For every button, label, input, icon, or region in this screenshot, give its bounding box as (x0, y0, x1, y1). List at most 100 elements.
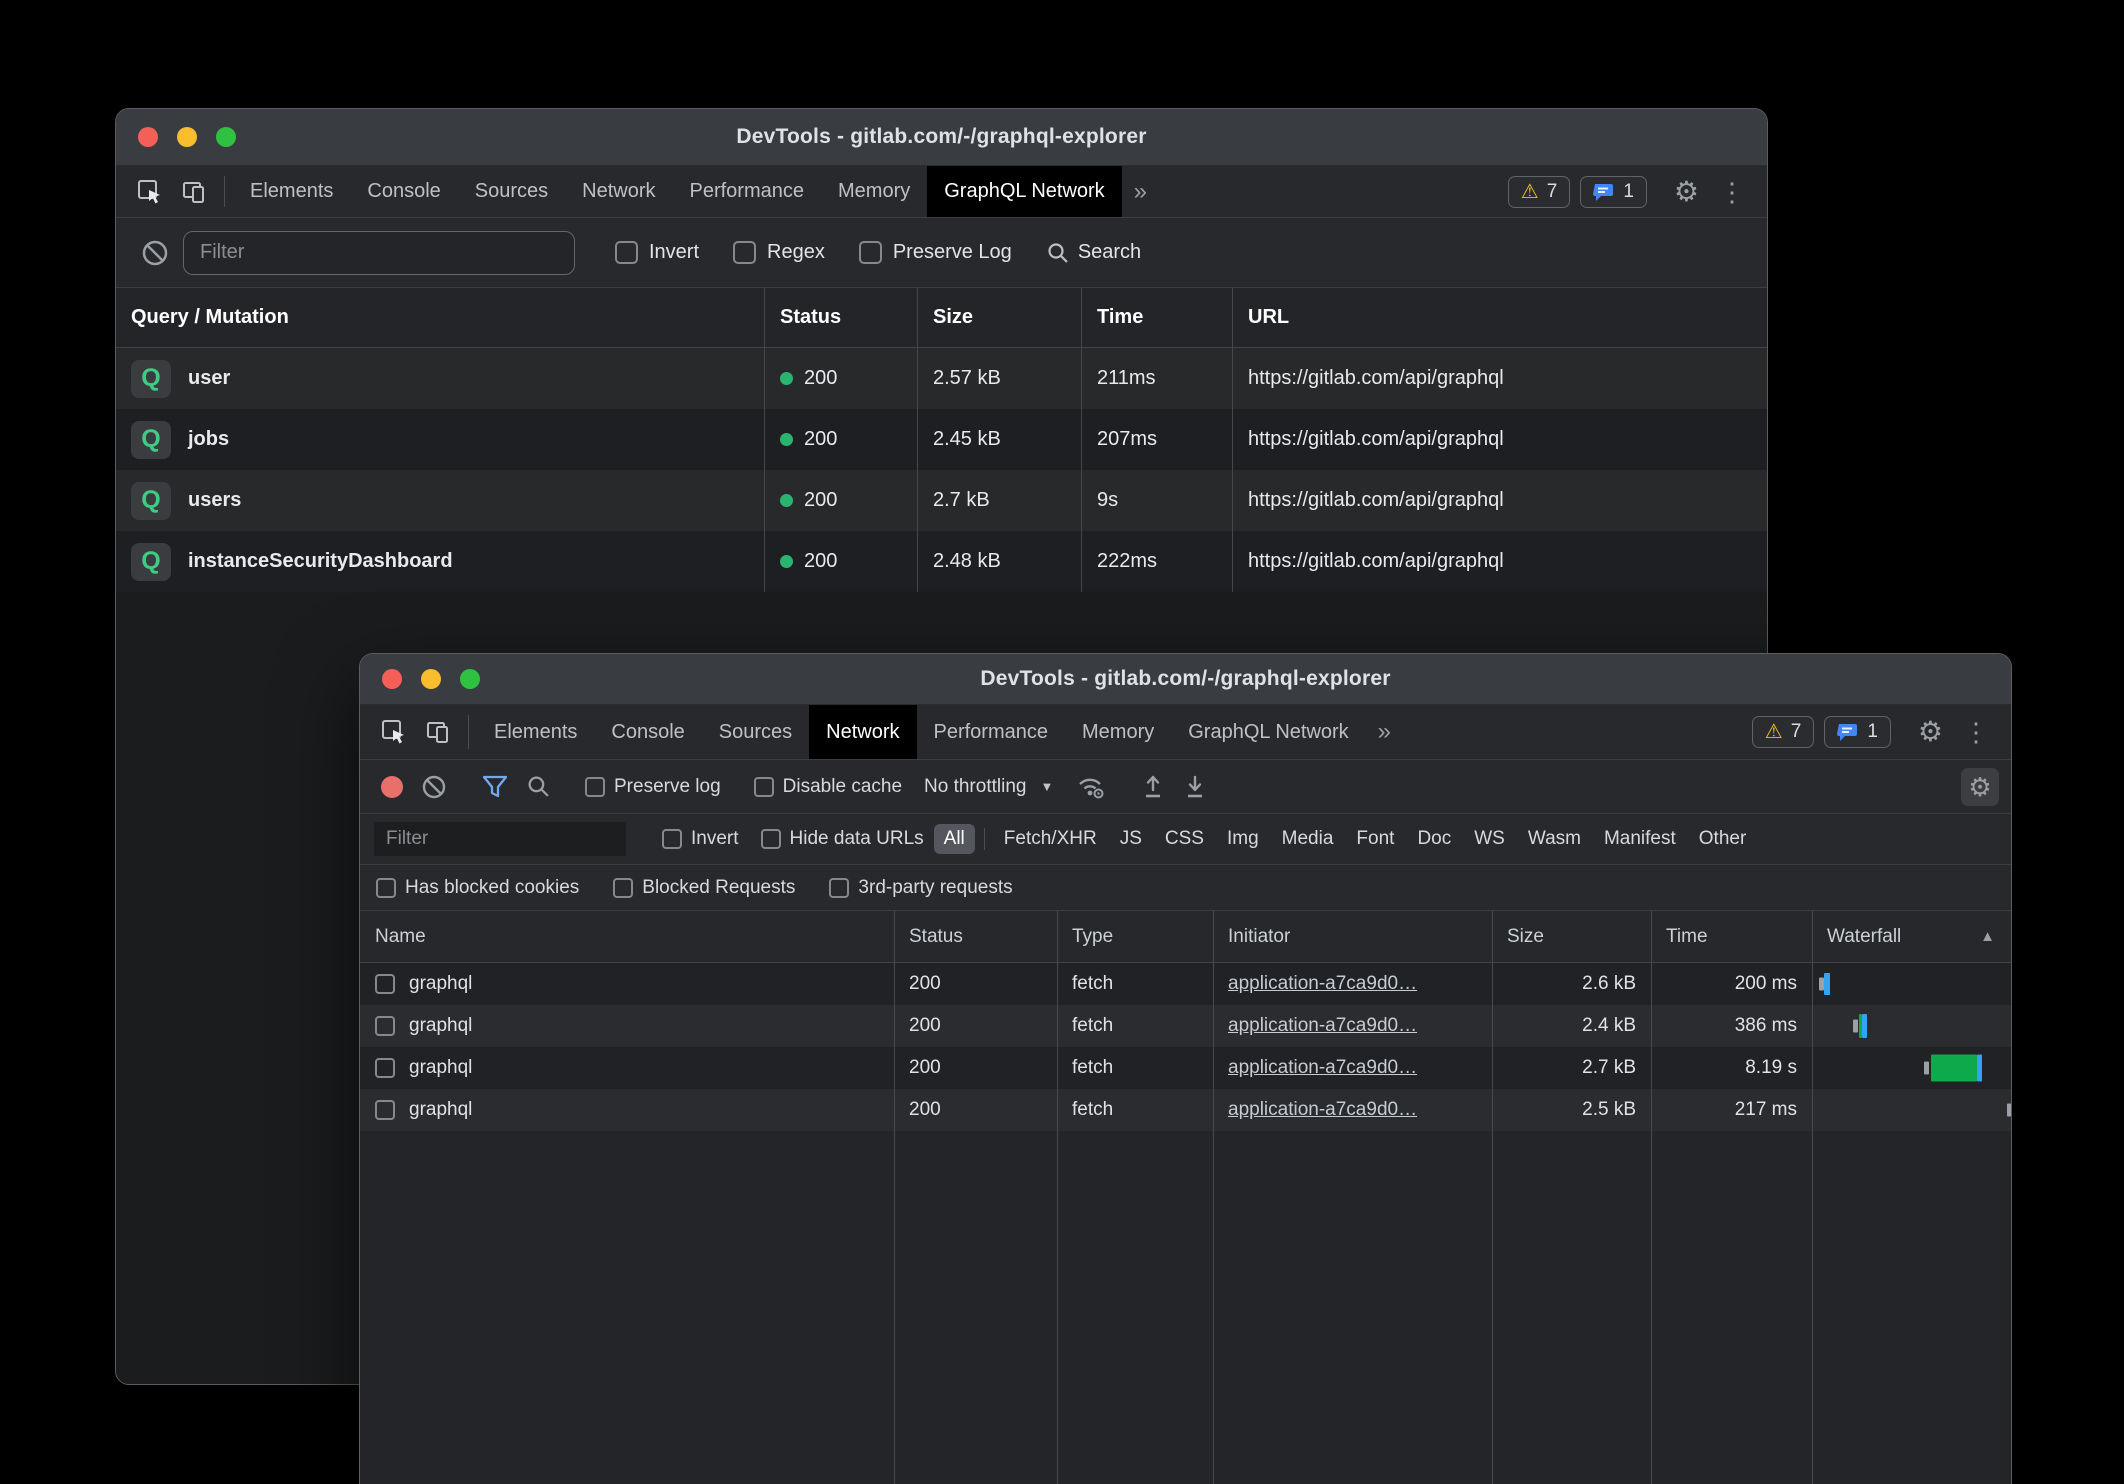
tab-sources[interactable]: Sources (702, 705, 809, 759)
settings-gear-icon[interactable]: ⚙ (1664, 178, 1709, 206)
request-row[interactable]: graphql 200 fetch application-a7ca9d0… 2… (360, 1047, 2011, 1089)
column-header-url[interactable]: URL (1233, 288, 1767, 347)
checkbox[interactable] (754, 777, 774, 797)
issues-badge[interactable]: 1 (1824, 716, 1891, 748)
tab-sources[interactable]: Sources (458, 166, 565, 217)
filter-input[interactable] (183, 231, 575, 275)
invert-checkbox[interactable]: Invert (615, 241, 699, 264)
preserve-log-checkbox[interactable]: Preserve log (577, 776, 729, 798)
regex-checkbox[interactable]: Regex (733, 241, 825, 264)
type-filter-fetch-xhr[interactable]: Fetch/XHR (994, 824, 1107, 854)
checkbox[interactable] (613, 878, 633, 898)
checkbox[interactable] (859, 241, 882, 264)
network-conditions-icon[interactable] (1067, 774, 1115, 800)
checkbox[interactable] (829, 878, 849, 898)
request-row[interactable]: graphql 200 fetch application-a7ca9d0… 2… (360, 1005, 2011, 1047)
tab-performance[interactable]: Performance (917, 705, 1066, 759)
column-header-name[interactable]: Name (360, 911, 894, 962)
inspect-element-icon[interactable] (128, 166, 172, 217)
column-header-size[interactable]: Size (918, 288, 1082, 347)
disable-cache-checkbox[interactable]: Disable cache (746, 776, 910, 798)
initiator-link[interactable]: application-a7ca9d0… (1228, 973, 1417, 995)
export-har-icon[interactable] (1174, 774, 1216, 800)
more-tabs-icon[interactable]: » (1366, 705, 1403, 759)
search-icon[interactable] (517, 774, 560, 799)
hide-data-urls-checkbox[interactable]: Hide data URLs (761, 828, 924, 850)
more-tabs-icon[interactable]: » (1122, 166, 1159, 217)
checkbox[interactable] (376, 878, 396, 898)
checkbox[interactable] (662, 829, 682, 849)
request-row[interactable]: graphql 200 fetch application-a7ca9d0… 2… (360, 1089, 2011, 1131)
type-filter-doc[interactable]: Doc (1407, 824, 1461, 854)
title-bar[interactable]: DevTools - gitlab.com/-/graphql-explorer (360, 654, 2011, 705)
initiator-link[interactable]: application-a7ca9d0… (1228, 1015, 1417, 1037)
issues-badge[interactable]: 1 (1580, 176, 1647, 208)
has-blocked-cookies-checkbox[interactable]: Has blocked cookies (376, 877, 579, 899)
blocked-requests-checkbox[interactable]: Blocked Requests (613, 877, 795, 899)
zoom-window-button[interactable] (216, 127, 236, 147)
tab-network[interactable]: Network (565, 166, 672, 217)
checkbox[interactable] (761, 829, 781, 849)
column-header-status[interactable]: Status (894, 911, 1057, 962)
kebab-menu-icon[interactable]: ⋮ (1953, 719, 1999, 745)
request-row[interactable]: graphql 200 fetch application-a7ca9d0… 2… (360, 963, 2011, 1005)
checkbox[interactable] (615, 241, 638, 264)
table-row[interactable]: Quser 200 2.57 kB 211ms https://gitlab.c… (116, 348, 1767, 409)
zoom-window-button[interactable] (460, 669, 480, 689)
initiator-link[interactable]: application-a7ca9d0… (1228, 1099, 1417, 1121)
title-bar[interactable]: DevTools - gitlab.com/-/graphql-explorer (116, 109, 1767, 166)
column-header-waterfall[interactable]: Waterfall ▲ (1812, 911, 2011, 962)
tab-memory[interactable]: Memory (821, 166, 927, 217)
record-network-log-button[interactable] (381, 776, 403, 798)
type-filter-wasm[interactable]: Wasm (1518, 824, 1591, 854)
type-filter-ws[interactable]: WS (1464, 824, 1515, 854)
tab-memory[interactable]: Memory (1065, 705, 1171, 759)
clear-icon[interactable] (132, 239, 183, 267)
column-header-status[interactable]: Status (765, 288, 918, 347)
device-toolbar-icon[interactable] (416, 705, 460, 759)
import-har-icon[interactable] (1132, 774, 1174, 800)
tab-console[interactable]: Console (350, 166, 457, 217)
type-filter-manifest[interactable]: Manifest (1594, 824, 1686, 854)
row-checkbox[interactable] (375, 1016, 395, 1036)
table-row[interactable]: Qjobs 200 2.45 kB 207ms https://gitlab.c… (116, 409, 1767, 470)
column-header-initiator[interactable]: Initiator (1213, 911, 1492, 962)
tab-elements[interactable]: Elements (233, 166, 350, 217)
checkbox[interactable] (733, 241, 756, 264)
tab-graphql-network[interactable]: GraphQL Network (927, 166, 1121, 217)
table-row[interactable]: QinstanceSecurityDashboard 200 2.48 kB 2… (116, 531, 1767, 592)
tab-graphql-network[interactable]: GraphQL Network (1171, 705, 1365, 759)
inspect-element-icon[interactable] (372, 705, 416, 759)
tab-network[interactable]: Network (809, 705, 916, 759)
type-filter-font[interactable]: Font (1346, 824, 1404, 854)
row-checkbox[interactable] (375, 974, 395, 994)
close-window-button[interactable] (138, 127, 158, 147)
minimize-window-button[interactable] (421, 669, 441, 689)
tab-console[interactable]: Console (594, 705, 701, 759)
tab-performance[interactable]: Performance (673, 166, 822, 217)
close-window-button[interactable] (382, 669, 402, 689)
preserve-log-checkbox[interactable]: Preserve Log (859, 241, 1012, 264)
type-filter-img[interactable]: Img (1217, 824, 1269, 854)
row-checkbox[interactable] (375, 1058, 395, 1078)
type-filter-css[interactable]: CSS (1155, 824, 1214, 854)
row-checkbox[interactable] (375, 1100, 395, 1120)
warnings-badge[interactable]: ⚠ 7 (1752, 716, 1815, 748)
settings-gear-icon[interactable]: ⚙ (1908, 718, 1953, 746)
network-settings-button[interactable]: ⚙ (1961, 768, 1999, 806)
checkbox[interactable] (585, 777, 605, 797)
tab-elements[interactable]: Elements (477, 705, 594, 759)
warnings-badge[interactable]: ⚠ 7 (1508, 176, 1571, 208)
type-filter-js[interactable]: JS (1110, 824, 1152, 854)
clear-network-log-icon[interactable] (412, 774, 456, 800)
network-filter-input[interactable] (374, 822, 626, 856)
invert-checkbox[interactable]: Invert (662, 828, 739, 850)
search-toggle[interactable]: Search (1046, 241, 1141, 265)
column-header-query-mutation[interactable]: Query / Mutation (116, 288, 765, 347)
type-filter-other[interactable]: Other (1689, 824, 1757, 854)
throttling-select[interactable]: No throttling ▼ (910, 776, 1067, 798)
column-header-type[interactable]: Type (1057, 911, 1213, 962)
filter-funnel-icon[interactable] (473, 775, 517, 799)
initiator-link[interactable]: application-a7ca9d0… (1228, 1057, 1417, 1079)
type-filter-media[interactable]: Media (1272, 824, 1344, 854)
